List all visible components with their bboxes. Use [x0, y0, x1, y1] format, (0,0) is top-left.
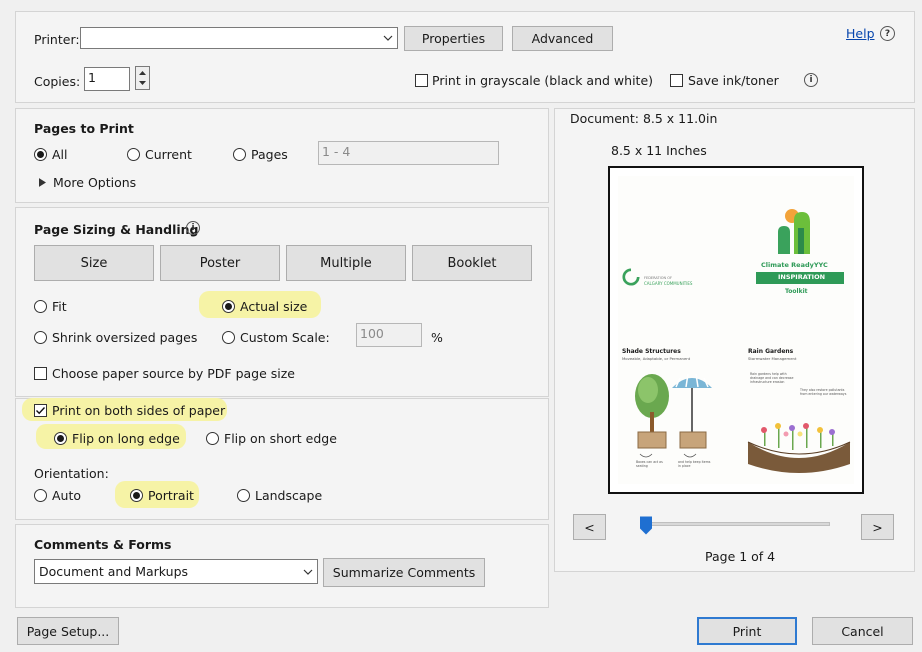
shade-structures-illustration	[635, 373, 712, 458]
print-button[interactable]: Print	[697, 617, 797, 645]
custom-scale-radio[interactable]	[222, 331, 235, 344]
thumb-brand: Climate ReadyYYC	[761, 261, 828, 269]
fit-label: Fit	[52, 299, 67, 314]
landscape-label: Landscape	[255, 488, 323, 503]
tab-multiple[interactable]: Multiple	[286, 245, 406, 281]
save-ink-checkbox[interactable]	[670, 74, 683, 87]
custom-scale-label: Custom Scale:	[240, 330, 330, 345]
stepper-up-icon[interactable]	[136, 67, 149, 78]
paper-source-label: Choose paper source by PDF page size	[52, 366, 295, 381]
properties-button[interactable]: Properties	[404, 26, 503, 51]
cancel-button[interactable]: Cancel	[812, 617, 913, 645]
custom-scale-input[interactable]: 100	[356, 323, 422, 347]
summarize-comments-button[interactable]: Summarize Comments	[323, 558, 485, 587]
thumb-banner-text: INSPIRATION	[778, 273, 826, 281]
page-slider[interactable]	[640, 516, 830, 535]
info-icon[interactable]: i	[804, 73, 818, 87]
rain-garden-illustration	[747, 423, 851, 473]
pages-title: Pages to Print	[34, 121, 134, 136]
sizing-title: Page Sizing & Handling	[34, 222, 199, 237]
page-slider-track	[640, 522, 830, 526]
pages-current-radio[interactable]	[127, 148, 140, 161]
shrink-label: Shrink oversized pages	[52, 330, 198, 345]
copies-stepper[interactable]	[135, 66, 150, 90]
paper-source-checkbox[interactable]	[34, 367, 47, 380]
thumb-shade-title: Shade Structures	[622, 348, 681, 355]
thumb-note2: They also restore pollutants from enteri…	[800, 388, 847, 396]
auto-label: Auto	[52, 488, 82, 503]
shrink-radio[interactable]	[34, 331, 47, 344]
triangle-right-icon[interactable]	[39, 178, 46, 187]
comments-value: Document and Markups	[39, 564, 189, 579]
help-icon[interactable]: ?	[880, 26, 895, 41]
copies-label: Copies:	[34, 74, 81, 89]
thumb-org-small: FEDERATION OF	[644, 276, 672, 280]
pages-range-input[interactable]: 1 - 4	[318, 141, 499, 165]
fit-radio[interactable]	[34, 300, 47, 313]
both-sides-checkbox[interactable]	[34, 404, 47, 417]
save-ink-label: Save ink/toner	[688, 73, 779, 88]
short-edge-label: Flip on short edge	[224, 431, 337, 446]
copies-input[interactable]: 1	[84, 67, 130, 91]
grayscale-checkbox[interactable]	[415, 74, 428, 87]
grayscale-label: Print in grayscale (black and white)	[432, 73, 654, 88]
page-preview: Climate ReadyYYC INSPIRATION Toolkit FED…	[608, 166, 864, 494]
thumb-toolkit: Toolkit	[785, 288, 808, 295]
stepper-down-icon[interactable]	[136, 78, 149, 89]
help-link[interactable]: Help	[846, 26, 875, 41]
landscape-radio[interactable]	[237, 489, 250, 502]
printer-label: Printer:	[34, 32, 80, 47]
sizing-info-icon[interactable]: i	[186, 221, 200, 235]
both-sides-label: Print on both sides of paper	[52, 403, 226, 418]
page-preview-inner: Climate ReadyYYC INSPIRATION Toolkit FED…	[618, 176, 854, 484]
auto-radio[interactable]	[34, 489, 47, 502]
prev-page-button[interactable]: <	[573, 514, 606, 540]
pages-all-radio[interactable]	[34, 148, 47, 161]
chevron-down-icon	[303, 569, 313, 575]
portrait-radio[interactable]	[130, 489, 143, 502]
federation-logo-icon	[622, 268, 640, 286]
comments-select[interactable]: Document and Markups	[34, 559, 318, 584]
short-edge-radio[interactable]	[206, 432, 219, 445]
comments-title: Comments & Forms	[34, 537, 172, 552]
actual-size-label: Actual size	[240, 299, 308, 314]
pages-range-label: Pages	[251, 147, 288, 162]
thumb-org: CALGARY COMMUNITIES	[644, 281, 693, 286]
advanced-button[interactable]: Advanced	[512, 26, 613, 51]
pages-current-label: Current	[145, 147, 192, 162]
pages-all-label: All	[52, 147, 68, 162]
thumb-banner: INSPIRATION	[756, 272, 844, 284]
more-options-toggle[interactable]: More Options	[53, 175, 136, 190]
orientation-label: Orientation:	[34, 466, 109, 481]
checkmark-icon	[36, 407, 46, 415]
tab-booklet[interactable]: Booklet	[412, 245, 532, 281]
thumb-shade-sub: Moveable, Adaptable, or Permanent	[622, 356, 691, 361]
tab-size[interactable]: Size	[34, 245, 154, 281]
pages-range-radio[interactable]	[233, 148, 246, 161]
next-page-button[interactable]: >	[861, 514, 894, 540]
thumb-note1: Rain gardens help with drainage and can …	[750, 372, 794, 384]
page-slider-thumb[interactable]	[640, 516, 652, 535]
portrait-label: Portrait	[148, 488, 194, 503]
page-setup-button[interactable]: Page Setup...	[17, 617, 119, 645]
actual-size-radio[interactable]	[222, 300, 235, 313]
printer-panel	[15, 11, 915, 103]
long-edge-label: Flip on long edge	[72, 431, 180, 446]
document-size: Document: 8.5 x 11.0in	[570, 111, 718, 126]
climate-logo-icon	[778, 209, 810, 254]
page-size: 8.5 x 11 Inches	[611, 143, 707, 158]
thumb-rain-title: Rain Gardens	[748, 348, 794, 355]
percent-label: %	[431, 330, 443, 345]
thumb-note3: Boxes can act as seating	[636, 460, 663, 468]
chevron-down-icon	[383, 35, 393, 41]
thumb-rain-sub: Stormwater Management	[748, 356, 797, 361]
printer-select[interactable]	[80, 27, 398, 49]
thumb-note4: and help keep items in place	[678, 460, 711, 468]
tab-poster[interactable]: Poster	[160, 245, 280, 281]
page-status: Page 1 of 4	[705, 549, 776, 564]
long-edge-radio[interactable]	[54, 432, 67, 445]
